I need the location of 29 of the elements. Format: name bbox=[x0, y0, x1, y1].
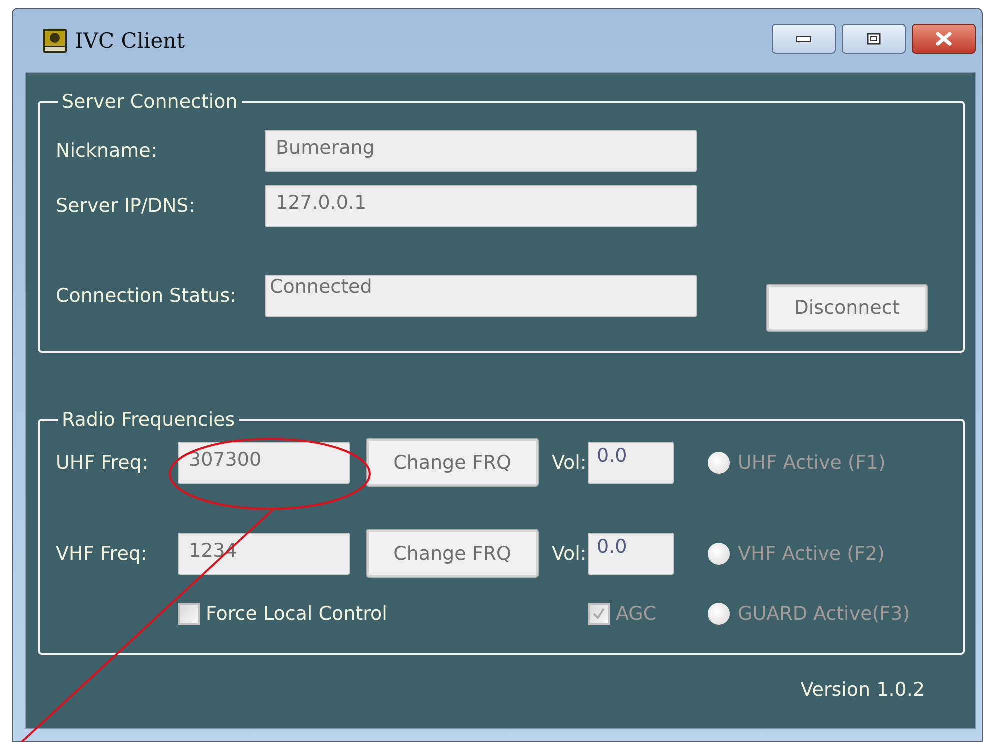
close-button[interactable] bbox=[912, 24, 976, 54]
group-title: Radio Frequencies bbox=[61, 409, 236, 431]
maximize-button[interactable] bbox=[842, 24, 906, 54]
field-label: Server IP/DNS: bbox=[56, 195, 196, 217]
change-frequency-button[interactable]: Change FRQ bbox=[367, 439, 538, 486]
text-field[interactable]: Connected bbox=[265, 275, 697, 317]
text-field[interactable]: 127.0.0.1 bbox=[265, 185, 697, 227]
checkbox[interactable]: Force Local Control bbox=[178, 603, 388, 625]
change-frequency-button[interactable]: Change FRQ bbox=[367, 530, 538, 577]
volume-field[interactable]: 0.0 bbox=[588, 532, 674, 574]
volume-field[interactable]: 0.0 bbox=[588, 442, 674, 484]
window-title: IVC Client bbox=[75, 28, 186, 52]
group-title: Server Connection bbox=[61, 91, 239, 113]
text-field[interactable]: Bumerang bbox=[265, 130, 697, 172]
app-icon bbox=[43, 28, 67, 52]
field-label: Nickname: bbox=[56, 140, 158, 162]
field-label: VHF Freq: bbox=[56, 542, 148, 564]
maximize-icon bbox=[867, 32, 881, 44]
field-label: UHF Freq: bbox=[56, 452, 150, 474]
minimize-button[interactable] bbox=[772, 24, 836, 54]
volume-label: Vol: bbox=[552, 542, 588, 564]
check-icon bbox=[591, 606, 607, 622]
minimize-icon bbox=[796, 34, 812, 42]
volume-label: Vol: bbox=[552, 452, 588, 474]
close-icon bbox=[935, 32, 953, 46]
frequency-field[interactable]: 307300 bbox=[178, 442, 350, 484]
disconnect-button[interactable]: Disconnect bbox=[767, 285, 927, 331]
version-label: Version 1.0.2 bbox=[800, 679, 925, 701]
field-label: Connection Status: bbox=[56, 285, 238, 307]
